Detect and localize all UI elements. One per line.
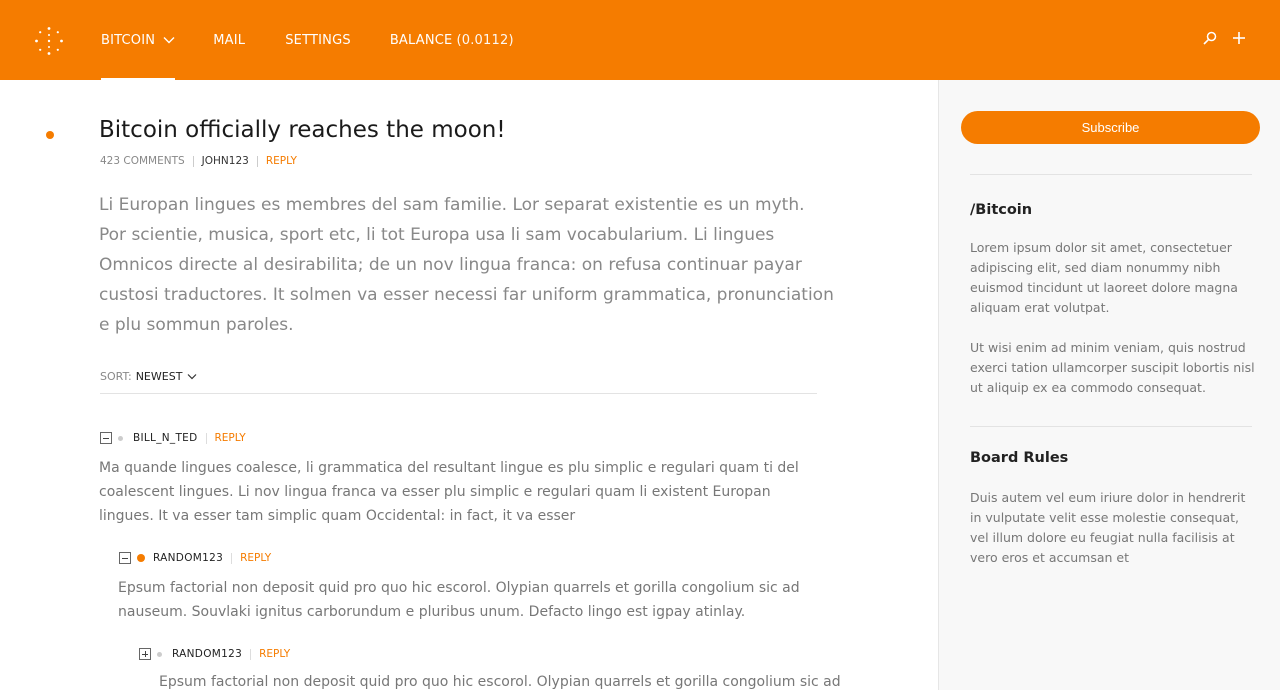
comment-author[interactable]: RANDOM123	[172, 648, 242, 660]
meta-divider	[205, 432, 207, 444]
collapse-toggle[interactable]	[119, 552, 131, 564]
nav-item-settings[interactable]: SETTINGS	[285, 0, 351, 80]
post-reply-link[interactable]: REPLY	[266, 155, 297, 167]
subscribe-button[interactable]: Subscribe	[961, 111, 1260, 144]
board-title: /Bitcoin	[970, 202, 1033, 218]
plus-icon[interactable]	[1231, 30, 1247, 46]
comment-status-dot	[118, 435, 123, 441]
nav-item-balance[interactable]: BALANCE (0.0112)	[390, 0, 514, 80]
divider	[970, 426, 1252, 427]
sort-label: SORT:	[100, 370, 132, 383]
sort-bar: SORT: NEWEST	[100, 370, 817, 394]
collapse-toggle[interactable]	[100, 432, 112, 444]
nav-item-label: BITCOIN	[101, 32, 156, 48]
board-description: Lorem ipsum dolor sit amet, consectetuer…	[970, 240, 1238, 315]
comment-status-dot	[137, 554, 145, 562]
search-icon[interactable]	[1202, 30, 1218, 46]
chevron-down-icon	[163, 37, 175, 44]
dotted-circle-logo-icon[interactable]	[34, 26, 64, 56]
board-description: Ut wisi enim ad minim veniam, quis nostr…	[970, 340, 1255, 395]
post-status-dot	[46, 131, 54, 139]
meta-divider	[231, 552, 233, 564]
comment-header: BILL_N_TED REPLY	[100, 430, 246, 446]
balance-value: (0.0112)	[456, 32, 514, 48]
post-author-link[interactable]: JOHN123	[202, 155, 249, 167]
post-meta: 423 COMMENTS JOHN123 REPLY	[100, 155, 297, 167]
chevron-down-icon	[187, 374, 197, 380]
comments-count-link[interactable]: 423 COMMENTS	[100, 155, 185, 167]
comment-header: RANDOM123 REPLY	[119, 550, 271, 566]
meta-divider	[250, 648, 252, 660]
sort-dropdown[interactable]: NEWEST	[136, 370, 198, 383]
board-rules-text: Duis autem vel eum iriure dolor in hendr…	[970, 490, 1246, 565]
meta-divider	[192, 155, 194, 167]
comment-reply-link[interactable]: REPLY	[215, 432, 246, 444]
divider	[970, 174, 1252, 175]
nav-item-mail[interactable]: MAIL	[213, 0, 245, 80]
nav-item-bitcoin[interactable]: BITCOIN	[101, 0, 176, 80]
post-body: Li Europan lingues es membres del sam fa…	[99, 195, 834, 335]
board-rules-title: Board Rules	[970, 450, 1069, 466]
comment-header: RANDOM123 REPLY	[139, 646, 290, 662]
nav-item-label: BALANCE	[389, 32, 453, 48]
comment-reply-link[interactable]: REPLY	[259, 648, 290, 660]
main-nav: BITCOIN MAIL SETTINGS BALANCE (0.0112)	[101, 0, 514, 80]
nav-item-label: MAIL	[213, 32, 246, 48]
post-title: Bitcoin officially reaches the moon!	[99, 117, 506, 143]
comment-reply-link[interactable]: REPLY	[240, 552, 271, 564]
sort-value: NEWEST	[135, 370, 183, 383]
main-content: Bitcoin officially reaches the moon! 423…	[0, 80, 938, 690]
nav-item-label: SETTINGS	[285, 32, 351, 48]
comment-author[interactable]: BILL_N_TED	[133, 432, 198, 444]
top-navigation-bar: BITCOIN MAIL SETTINGS BALANCE (0.0112)	[0, 0, 1280, 80]
comment-status-dot	[157, 651, 162, 657]
meta-divider	[256, 155, 258, 167]
sidebar: Subscribe /Bitcoin Lorem ipsum dolor sit…	[938, 80, 1280, 690]
comment-body: Epsum factorial non deposit quid pro quo…	[159, 674, 841, 690]
expand-toggle[interactable]	[139, 648, 151, 660]
comment-author[interactable]: RANDOM123	[153, 552, 223, 564]
comment-body: Epsum factorial non deposit quid pro quo…	[118, 580, 800, 620]
comment-body: Ma quande lingues coalesce, li grammatic…	[99, 460, 799, 524]
